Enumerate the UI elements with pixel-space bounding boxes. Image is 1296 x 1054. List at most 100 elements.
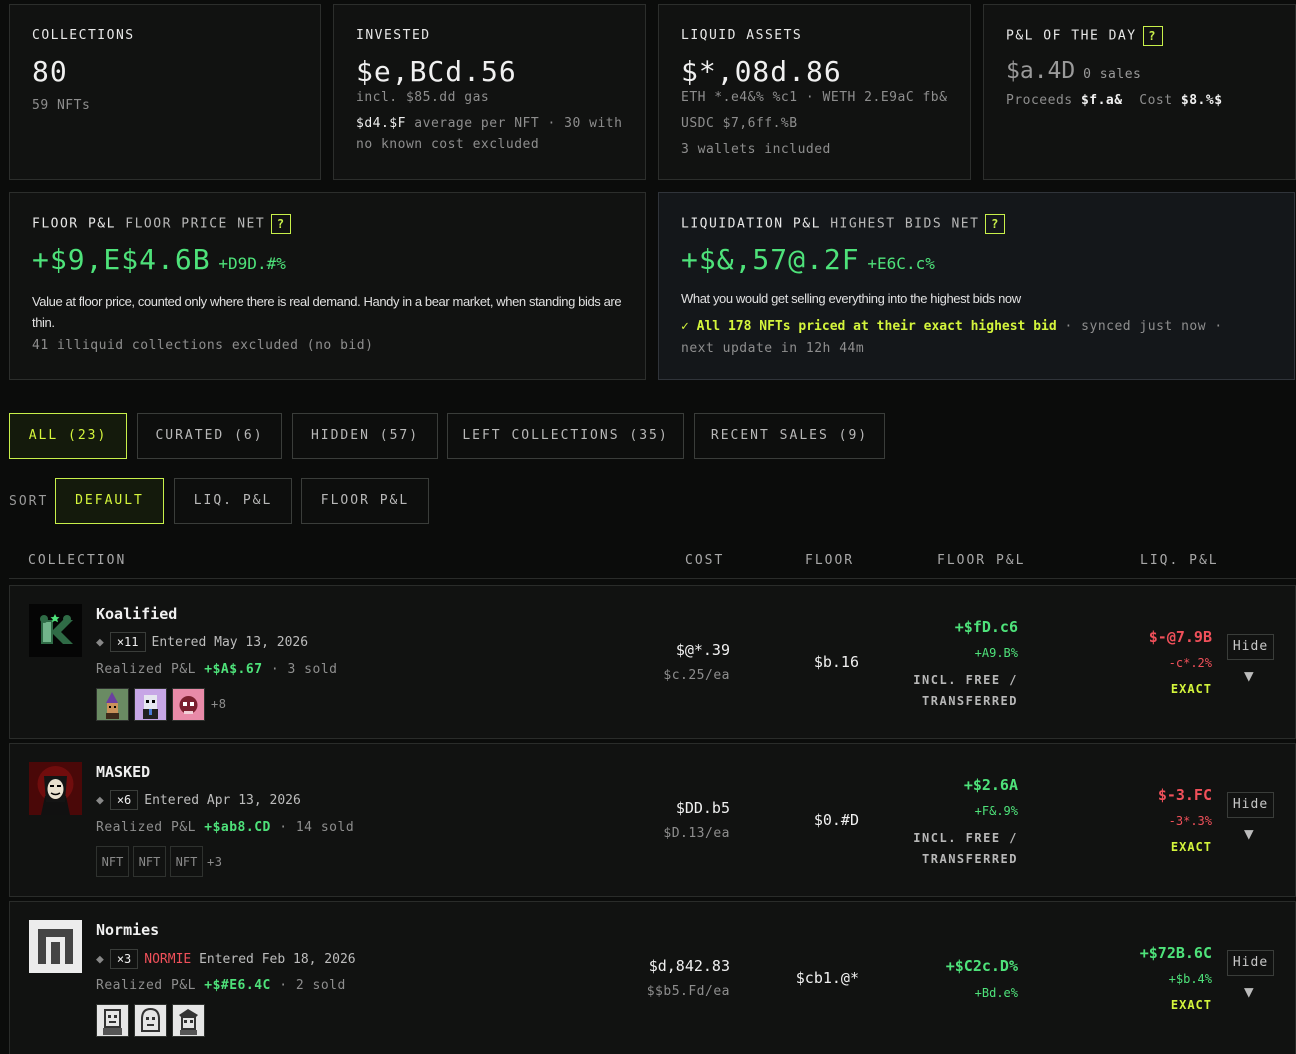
floor-value: $0.#D [813,811,859,829]
sold-count: · 3 sold [270,662,338,677]
exact-badge: EXACT [1170,682,1212,696]
sort-liq-pnl[interactable]: LIQ. P&L [174,478,292,524]
stat-value: $e,BCd.56 [356,55,517,88]
nft-placeholder[interactable]: NFT [133,846,166,877]
collection-name[interactable]: MASKED [96,763,150,781]
stat-sales: 0 sales [1083,67,1142,82]
cost-per-item: $$b5.Fd/ea [646,984,730,999]
stat-sub: 59 NFTs [32,98,91,113]
stat-label-text: P&L OF THE DAY [1006,28,1137,44]
quantity-badge: ×3 [109,949,139,969]
exact-badge: EXACT [1170,840,1212,854]
sold-count: · 14 sold [279,820,355,835]
expand-icon[interactable]: ▼ [1244,982,1254,1001]
normie-nft-icon [141,1007,160,1032]
liq-pnl-card: LIQUIDATION P&L HIGHEST BIDS NET? +$&,57… [658,192,1295,380]
cost-value: $DD.b5 [675,799,730,817]
nft-thumb[interactable] [172,1004,205,1037]
collection-name[interactable]: Normies [96,921,159,939]
tab-hidden[interactable]: HIDDEN (57) [292,413,438,459]
col-collection[interactable]: COLLECTION [28,553,126,568]
label-muted: HIGHEST BIDS NET [830,216,980,232]
floor-pnl-pct: +F&.9% [974,804,1018,818]
realized-pnl: Realized P&L +$#E6.4C · 2 sold [96,978,346,993]
nft-thumb[interactable] [96,1004,129,1037]
realized-pnl: Realized P&L +$A$.67 · 3 sold [96,662,338,677]
more-nfts[interactable]: +3 [207,855,222,869]
tab-curated[interactable]: CURATED (6) [137,413,282,459]
stat-label: LIQUID ASSETS [681,28,803,43]
collection-name[interactable]: Koalified [96,605,177,623]
nft-placeholder[interactable]: NFT [170,846,203,877]
help-icon[interactable]: ? [1142,26,1163,46]
liq-pnl-value: +$&,57@.2F [681,243,860,276]
eth-icon: ◆ [96,952,104,967]
label-muted: FLOOR PRICE NET [125,216,266,232]
note-line: INCL. FREE / [913,831,1018,845]
col-floor[interactable]: FLOOR [805,553,854,568]
liq-pnl-label: LIQUIDATION P&L HIGHEST BIDS NET? [681,214,1006,234]
liq-pnl-check: ✓ All 178 NFTs priced at their exact hig… [681,319,1057,334]
proceeds-label: Proceeds [1006,93,1073,108]
label-main: FLOOR P&L [32,216,116,232]
stat-pnl-day: P&L OF THE DAY? $a.4D 0 sales Proceeds $… [983,4,1296,180]
normies-logo-icon [29,920,82,973]
cost-value: $8.%$ [1180,93,1223,108]
avg-value: $d4.$F [356,116,406,131]
hide-button[interactable]: Hide [1227,634,1274,660]
floor-pnl-value: +$fD.c6 [954,618,1018,636]
entered-date: Entered Feb 18, 2026 [199,952,356,967]
liq-pnl-delta: +E6C.c% [867,254,935,273]
cost-per-item: $D.13/ea [663,826,730,841]
collection-meta: ◆ ×3 NORMIE Entered Feb 18, 2026 [96,949,356,969]
table-row[interactable]: Normies ◆ ×3 NORMIE Entered Feb 18, 2026 R… [9,901,1296,1054]
stat-line2: USDC $7,6ff.%B [681,116,798,131]
floor-pnl-value: +$9,E$4.6B [32,243,211,276]
tab-all[interactable]: ALL (23) [9,413,127,459]
collection-tag: NORMIE [144,952,192,967]
expand-icon[interactable]: ▼ [1244,666,1254,685]
liq-pnl-value: $-3.FC [1157,786,1212,804]
note-line: INCL. FREE / [913,673,1018,687]
tab-left-collections[interactable]: LEFT COLLECTIONS (35) [447,413,684,459]
hide-button[interactable]: Hide [1227,792,1274,818]
table-row[interactable]: Koalified ◆ ×11 Entered May 13, 2026 Reali… [9,585,1296,739]
tab-recent-sales[interactable]: RECENT SALES (9) [694,413,885,459]
entered-date: Entered Apr 13, 2026 [144,793,301,808]
quantity-badge: ×11 [109,632,146,652]
col-floor-pnl[interactable]: FLOOR P&L [937,553,1025,568]
stat-value: $a.4D [1006,58,1076,84]
liq-pnl-next: next update in 12h 44m [681,341,865,356]
sort-floor-pnl[interactable]: FLOOR P&L [301,478,429,524]
help-icon[interactable]: ? [271,214,292,234]
cost-label: Cost [1139,93,1173,108]
liq-pnl-value: +$72B.6C [1139,944,1212,962]
hide-button[interactable]: Hide [1227,950,1274,976]
sort-default[interactable]: DEFAULT [55,478,164,524]
stat-invested: INVESTED $e,BCd.56 incl. $85.dd gas $d4.… [333,4,646,180]
floor-pnl-pct: +Bd.e% [974,986,1018,1000]
table-row[interactable]: MASKED ◆ ×6 Entered Apr 13, 2026 Realized … [9,743,1296,897]
liq-pnl-synced: · synced just now · [1064,319,1223,334]
liq-pnl-status: ✓ All 178 NFTs priced at their exact hig… [681,319,1223,334]
help-icon[interactable]: ? [985,214,1006,234]
expand-icon[interactable]: ▼ [1244,824,1254,843]
more-nfts[interactable]: +8 [211,697,226,711]
nft-thumb[interactable] [96,688,129,721]
nft-thumb[interactable] [172,688,205,721]
collection-avatar [29,604,82,657]
exact-badge: EXACT [1170,998,1212,1012]
nft-placeholder[interactable]: NFT [96,846,129,877]
floor-value: $cb1.@* [795,969,859,987]
floor-pnl-label: FLOOR P&L FLOOR PRICE NET? [32,214,292,234]
eth-icon: ◆ [96,635,104,650]
nft-thumb[interactable] [134,1004,167,1037]
col-cost[interactable]: COST [685,553,724,568]
realized-value: +$A$.67 [204,662,263,677]
nft-thumb[interactable] [134,688,167,721]
liq-pnl-pct: +$b.4% [1168,972,1212,986]
col-liq-pnl[interactable]: LIQ. P&L [1140,553,1219,568]
stat-proceeds: Proceeds $f.a& Cost $8.%$ [1006,93,1223,108]
liq-pnl-pct: -c*.2% [1168,656,1212,670]
realized-pnl: Realized P&L +$ab8.CD · 14 sold [96,820,354,835]
